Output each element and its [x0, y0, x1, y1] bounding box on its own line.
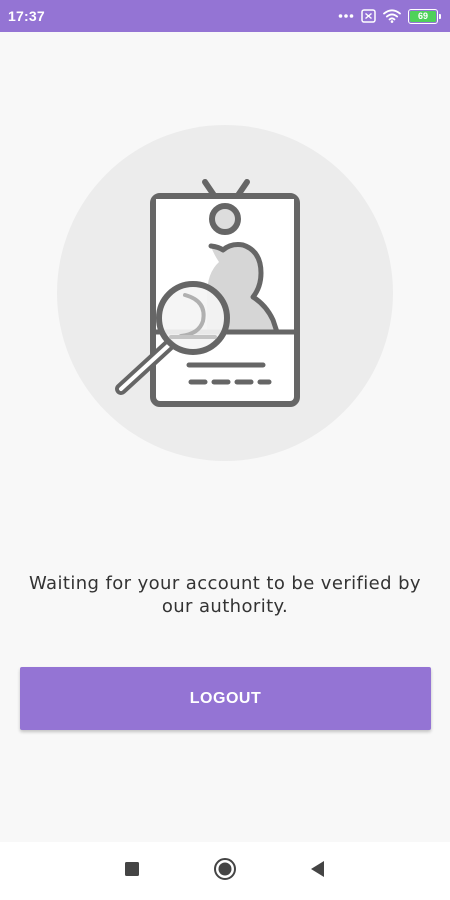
battery-fill: 69 [410, 10, 436, 22]
status-time: 17:37 [8, 8, 45, 24]
status-bar: 17:37 69 [0, 0, 450, 32]
verification-screen: 17:37 69 Waiting for your account to be … [0, 0, 450, 900]
back-button[interactable] [287, 842, 347, 900]
illustration-circle [57, 125, 393, 461]
verification-message: Waiting for your account to be verified … [29, 573, 421, 617]
dots-icon [338, 13, 354, 19]
status-icons: 69 [338, 8, 441, 24]
battery-level: 69 [417, 10, 428, 21]
home-icon [213, 857, 237, 885]
home-button[interactable] [195, 842, 255, 900]
navigation-bar [0, 842, 450, 900]
recents-icon [124, 861, 140, 881]
logout-button[interactable]: LOGOUT [20, 667, 431, 730]
recents-button[interactable] [102, 842, 162, 900]
id-badge-search-icon [115, 179, 300, 407]
battery-icon: 69 [408, 8, 441, 24]
back-icon [309, 860, 325, 882]
wifi-icon [383, 9, 401, 23]
sim-icon [361, 9, 376, 23]
